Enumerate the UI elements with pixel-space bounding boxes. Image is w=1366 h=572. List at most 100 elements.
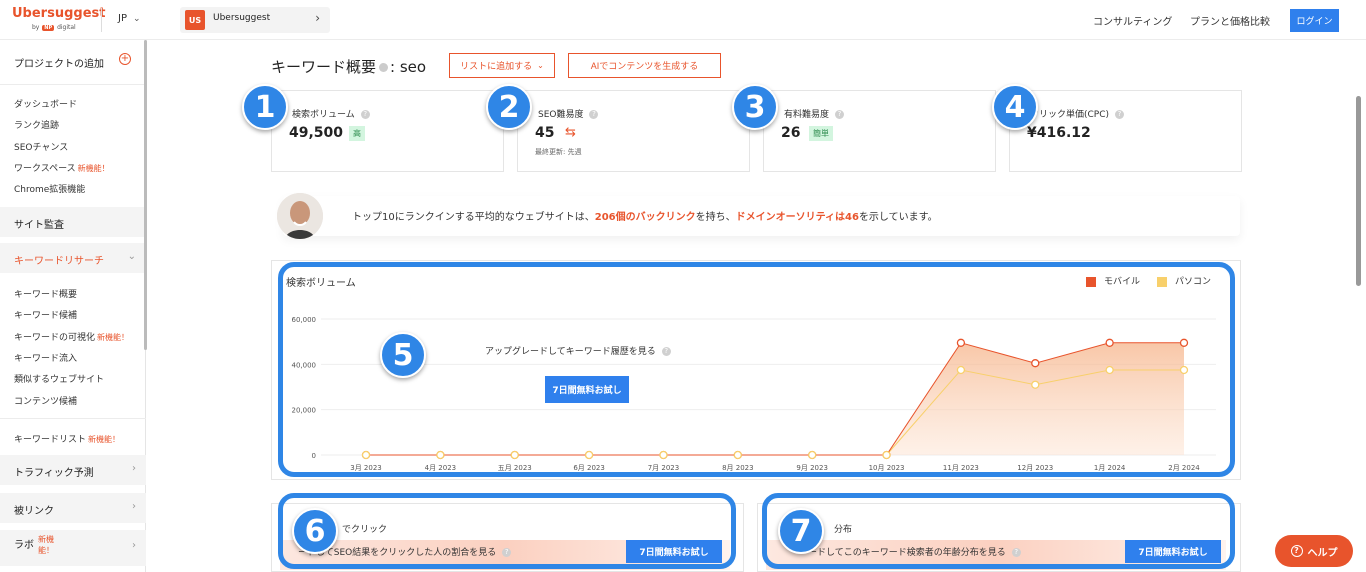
sidebar-item-seo-opportunities[interactable]: SEOチャンス: [14, 140, 68, 153]
x-tick-label: 12月 2023: [1017, 464, 1053, 472]
help-icon[interactable]: ?: [360, 110, 370, 119]
metric-label: SEO難易度?: [538, 107, 599, 120]
chevron-right-icon: ›: [132, 463, 136, 474]
new-badge-line: 新機: [38, 535, 54, 544]
sidebar-item-content-ideas[interactable]: コンテンツ候補: [14, 394, 77, 407]
sidebar-item-rank-tracking[interactable]: ランク追跡: [14, 118, 59, 131]
x-tick-label: 五月 2023: [498, 464, 532, 472]
metric-label-text: SEO難易度: [538, 110, 584, 120]
help-icon[interactable]: ?: [589, 110, 599, 119]
annotation-badge-6: 6: [292, 508, 338, 554]
age-upgrade-label: ードしてこのキーワード検索者の年齢分布を見る: [808, 548, 1006, 558]
sidebar-section-labs[interactable]: ラボ 新機 能！ ›: [0, 530, 146, 566]
logo-np: NP: [42, 25, 55, 31]
help-label: ヘルプ: [1307, 547, 1338, 559]
question-icon: ?: [1290, 545, 1303, 557]
y-tick-label: 40,000: [292, 361, 317, 369]
data-point: [1031, 359, 1040, 368]
sidebar-section-traffic[interactable]: トラフィック予測 ›: [0, 455, 146, 485]
free-trial-button[interactable]: 7日間無料お試し: [545, 376, 629, 403]
new-badge: 新機能！: [97, 333, 130, 342]
search-volume-chart: 0 20,000 40,000 60,000 3月 2023 4月 2023 五月 2023…: [292, 316, 1216, 472]
metric-value: ¥416.12: [1027, 125, 1091, 141]
sidebar-section-site-audit[interactable]: サイト監査: [0, 207, 146, 237]
help-icon[interactable]: [379, 63, 389, 72]
sidebar-section-backlinks[interactable]: 被リンク ›: [0, 493, 146, 523]
help-icon[interactable]: ?: [661, 347, 671, 356]
sidebar-item-chrome-extension[interactable]: Chrome拡張機能: [14, 182, 85, 195]
nav-pricing[interactable]: プランと価格比較: [1190, 13, 1270, 28]
free-trial-button[interactable]: 7日間無料お試し: [626, 540, 722, 563]
sidebar-item-similar-websites[interactable]: 類似するウェブサイト: [14, 372, 104, 385]
sidebar-scrollbar[interactable]: [144, 40, 147, 350]
divider: [101, 8, 102, 32]
x-tick-label: 8月 2023: [722, 464, 754, 472]
data-point: [733, 450, 742, 460]
x-tick-label: 6月 2023: [573, 464, 605, 472]
main-scrollbar[interactable]: [1356, 96, 1361, 286]
language-selector[interactable]: JP ⌄: [118, 13, 141, 24]
add-to-list-button[interactable]: リストに追加する ⌄: [449, 53, 555, 78]
new-badge: 新機能！: [77, 164, 110, 173]
ctr-card-title: でクリック: [342, 525, 388, 535]
data-point: [956, 338, 966, 347]
chevron-down-icon: ⌄: [127, 251, 136, 262]
x-tick-label: 1月 2024: [1094, 464, 1126, 472]
insight-text-part: トップ10にランクインする平均的なウェブサイトは、: [352, 212, 595, 223]
metric-label-text: クリック単価(CPC): [1030, 110, 1110, 120]
plus-circle-icon[interactable]: +: [119, 53, 131, 65]
annotation-badge-3: 3: [732, 84, 778, 130]
data-point: [436, 450, 445, 460]
chart-title: 検索ボリューム: [286, 278, 356, 289]
chevron-down-icon: ⌄: [132, 14, 141, 24]
sidebar-item-keyword-ideas[interactable]: キーワード候補: [14, 308, 77, 321]
chevron-down-icon: ⌄: [537, 61, 544, 70]
sidebar-item-keyword-overview[interactable]: キーワード概要: [14, 287, 77, 300]
metric-label: 検索ボリューム?: [292, 107, 370, 120]
language-label: JP: [118, 13, 127, 24]
data-point: [584, 450, 594, 460]
sidebar-section-label: キーワードリサーチ: [14, 256, 104, 267]
add-project-link[interactable]: プロジェクトの追加: [14, 55, 104, 70]
page-title: キーワード概要: seo: [271, 56, 426, 77]
project-selector[interactable]: US Ubersuggest ›: [180, 7, 330, 33]
data-point: [1105, 365, 1114, 375]
sidebar-item-label: キーワードの可視化: [14, 333, 96, 343]
help-button[interactable]: ? ヘルプ: [1275, 535, 1353, 567]
legend-desktop[interactable]: パソコン: [1157, 274, 1211, 287]
area-fill: [366, 342, 1184, 455]
legend-swatch: [1157, 276, 1167, 287]
x-tick-label: 2月 2024: [1168, 464, 1200, 472]
sidebar-item-keyword-visualization[interactable]: キーワードの可視化 新機能！: [14, 330, 129, 343]
ai-content-button[interactable]: AIでコンテンツを生成する: [568, 53, 721, 78]
data-point: [1105, 338, 1114, 347]
insight-text-part: を示しています。: [858, 212, 938, 223]
data-point: [956, 365, 966, 375]
chart-upgrade-text: アップグレードしてキーワード履歴を見る?: [485, 344, 671, 357]
legend-swatch: [1086, 276, 1096, 287]
sidebar-item-keyword-traffic[interactable]: キーワード流入: [14, 351, 77, 364]
avatar-portrait-icon: [277, 193, 323, 239]
help-icon[interactable]: ?: [502, 548, 512, 557]
free-trial-button[interactable]: 7日間無料お試し: [1125, 540, 1221, 563]
sidebar-section-keyword-research[interactable]: キーワードリサーチ ⌄: [0, 243, 146, 273]
legend-label: モバイル: [1104, 277, 1141, 287]
sidebar-item-dashboard[interactable]: ダッシュボード: [14, 97, 77, 110]
data-point: [1179, 338, 1189, 347]
login-button[interactable]: ログイン: [1290, 9, 1339, 32]
help-icon[interactable]: ?: [1011, 548, 1021, 557]
refresh-icon[interactable]: ⇆: [565, 125, 576, 140]
nav-consulting[interactable]: コンサルティング: [1093, 13, 1172, 28]
chevron-right-icon: ›: [315, 11, 320, 25]
help-icon[interactable]: ?: [1115, 110, 1125, 119]
legend-mobile[interactable]: モバイル: [1086, 274, 1140, 287]
sidebar-item-keyword-list[interactable]: キーワードリスト 新機能！: [14, 432, 120, 445]
help-icon[interactable]: ?: [835, 110, 845, 119]
metric-label: 有料難易度?: [784, 107, 845, 120]
sidebar-item-label: キーワードリスト: [14, 435, 87, 445]
ctr-card: でクリック ードしてSEO結果をクリックした人の割合を見る? 7日間無料お試し: [271, 503, 744, 572]
ubersuggest-logo[interactable]: Ubersuggest by NP digital: [12, 6, 105, 31]
annotation-badge-7: 7: [778, 508, 824, 554]
chevron-right-icon: ›: [132, 540, 136, 551]
sidebar-item-workspace[interactable]: ワークスペース 新機能！: [14, 161, 110, 174]
